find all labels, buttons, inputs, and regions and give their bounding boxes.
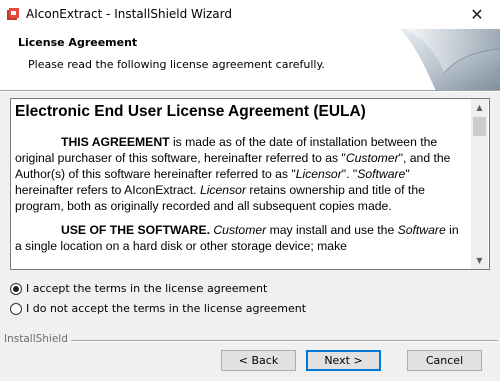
accept-option[interactable]: I accept the terms in the license agreem…	[10, 282, 267, 295]
cancel-button[interactable]: Cancel	[407, 350, 482, 371]
eula-paragraph-agreement: THIS AGREEMENT is made as of the date of…	[15, 135, 451, 213]
close-button[interactable]: ✕	[454, 0, 500, 29]
header-decoration-image	[400, 29, 500, 91]
decline-radio[interactable]	[10, 302, 22, 315]
scroll-up-icon[interactable]: ▲	[471, 99, 488, 116]
eula-paragraph-use: USE OF THE SOFTWARE. Customer may instal…	[15, 223, 459, 253]
license-text-box[interactable]: Electronic End User License Agreement (E…	[10, 98, 490, 270]
eula-heading: Electronic End User License Agreement (E…	[15, 103, 366, 120]
page-subtitle: Please read the following license agreem…	[28, 58, 325, 71]
installshield-brand: InstallShield	[4, 333, 71, 345]
wizard-header: License Agreement Please read the follow…	[0, 29, 500, 91]
decline-label[interactable]: I do not accept the terms in the license…	[26, 302, 306, 315]
back-button[interactable]: < Back	[221, 350, 296, 371]
next-button[interactable]: Next >	[306, 350, 381, 371]
decline-option[interactable]: I do not accept the terms in the license…	[10, 302, 306, 315]
accept-label[interactable]: I accept the terms in the license agreem…	[26, 282, 267, 295]
footer-divider	[66, 340, 498, 342]
scroll-down-icon[interactable]: ▼	[471, 252, 488, 269]
window-title: AIconExtract - InstallShield Wizard	[26, 7, 232, 21]
page-title: License Agreement	[18, 36, 138, 49]
scroll-thumb[interactable]	[473, 117, 486, 136]
title-bar: AIconExtract - InstallShield Wizard ✕	[0, 0, 500, 29]
installer-icon	[7, 8, 19, 20]
accept-radio[interactable]	[10, 282, 22, 295]
license-text: Electronic End User License Agreement (E…	[15, 103, 467, 262]
close-icon: ✕	[470, 5, 484, 24]
license-scrollbar[interactable]: ▲ ▼	[471, 99, 488, 269]
